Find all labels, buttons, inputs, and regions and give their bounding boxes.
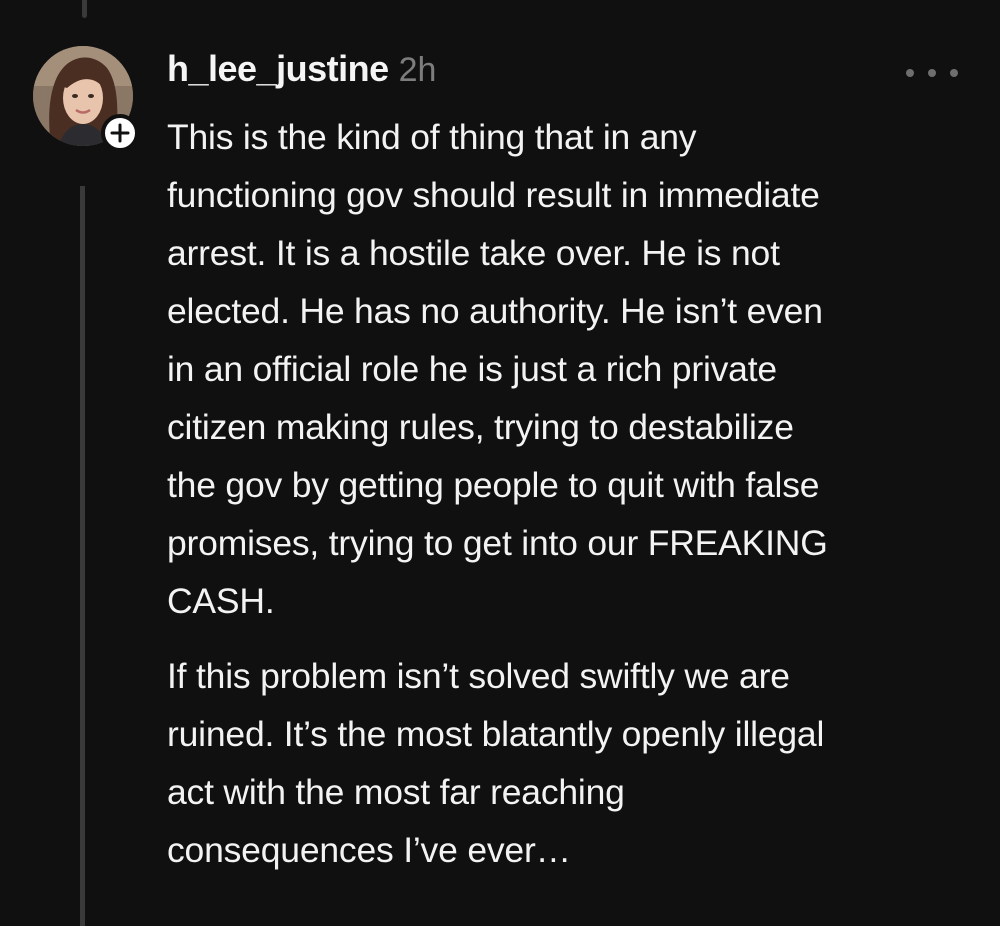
thread-line — [80, 186, 85, 926]
plus-icon — [110, 123, 130, 143]
post-paragraph: This is the kind of thing that in any fu… — [167, 117, 828, 621]
post-timestamp: 2h — [398, 51, 437, 89]
more-horizontal-icon-dot — [950, 69, 958, 77]
post-body: This is the kind of thing that in any fu… — [167, 108, 977, 879]
more-options-button[interactable] — [906, 60, 958, 86]
thread-line-top — [82, 0, 87, 18]
more-horizontal-icon — [906, 69, 914, 77]
follow-button[interactable] — [101, 114, 139, 152]
post-header: h_lee_justine 2h — [167, 48, 436, 98]
more-horizontal-icon-dot — [928, 69, 936, 77]
post-paragraph: If this problem isn’t solved swiftly we … — [167, 656, 825, 870]
username-link[interactable]: h_lee_justine — [167, 48, 389, 90]
